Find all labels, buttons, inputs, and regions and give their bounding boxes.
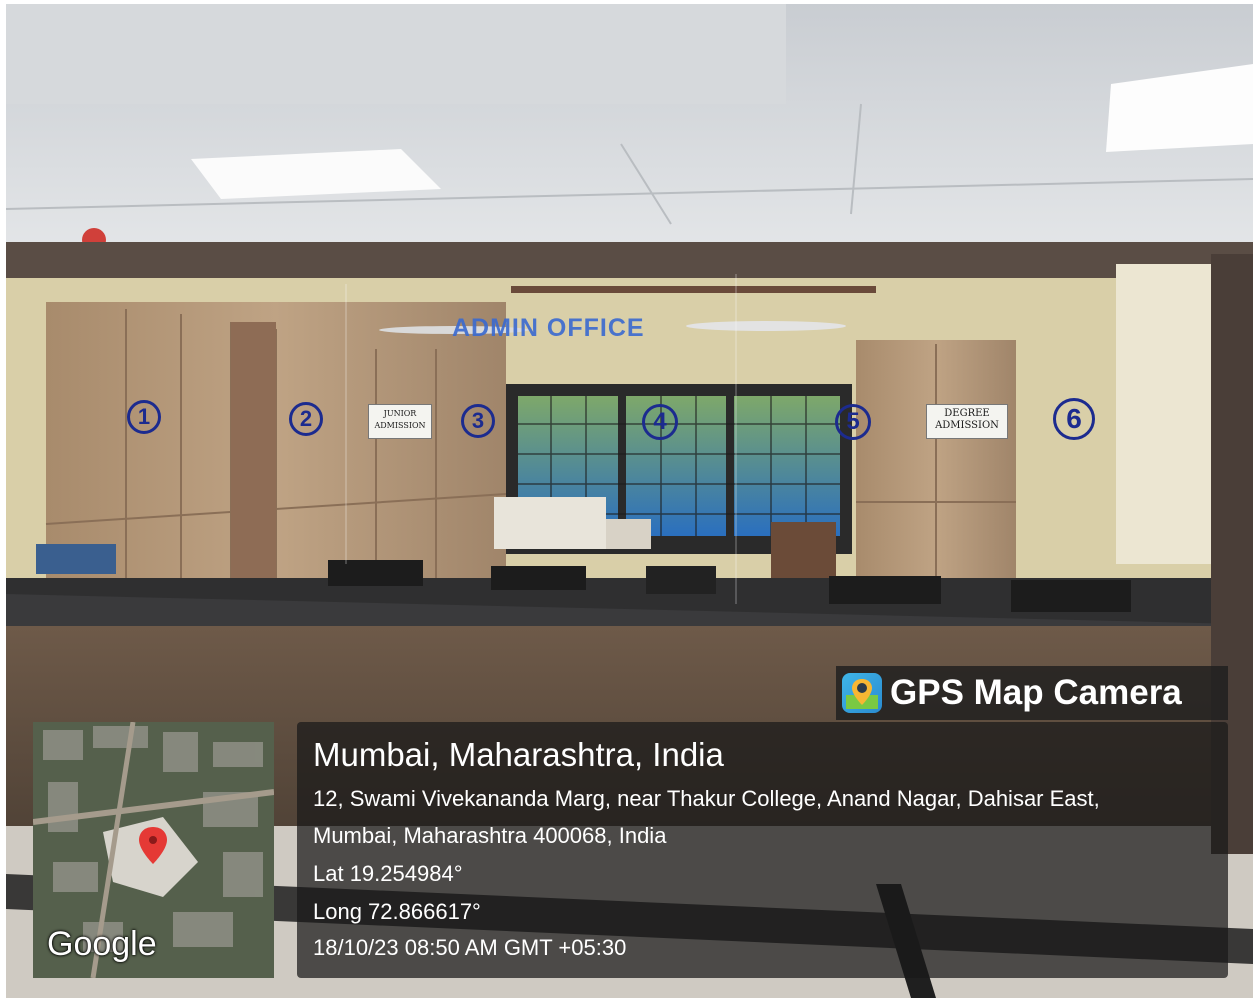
counter-number-4: 4	[642, 404, 678, 440]
counter-number-1: 1	[127, 400, 161, 434]
address-line-2: Mumbai, Maharashtra 400068, India	[313, 823, 667, 848]
counter-number-3: 3	[461, 404, 495, 438]
location-info-panel: Mumbai, Maharashtra, India 12, Swami Viv…	[297, 722, 1228, 978]
counter-number-2: 2	[289, 402, 323, 436]
counter-number-5: 5	[835, 404, 871, 440]
city-title: Mumbai, Maharashtra, India	[313, 736, 724, 773]
latitude-text: Lat 19.254984°	[313, 861, 463, 886]
longitude-text: Long 72.866617°	[313, 899, 481, 924]
datetime-text: 18/10/23 08:50 AM GMT +05:30	[313, 935, 627, 960]
degree-admission-sign: DEGREE ADMISSION	[926, 404, 1008, 439]
junior-admission-sign: JUNIOR ADMISSION	[368, 404, 432, 439]
sign-line: DEGREE	[944, 408, 990, 419]
location-map-thumbnail: Google	[33, 722, 274, 978]
sign-line: ADMISSION	[935, 420, 999, 431]
gps-map-camera-badge: GPS Map Camera	[836, 666, 1228, 720]
address-line-1: 12, Swami Vivekananda Marg, near Thakur …	[313, 786, 1100, 811]
google-map-label: Google	[47, 925, 157, 963]
sign-line: JUNIOR	[383, 409, 417, 418]
gps-map-camera-logo-icon	[842, 673, 882, 713]
app-name: GPS Map Camera	[890, 673, 1182, 712]
sign-line: ADMISSION	[374, 421, 426, 430]
counter-number-6: 6	[1053, 398, 1095, 440]
admin-office-sign: ADMIN OFFICE	[452, 314, 645, 342]
